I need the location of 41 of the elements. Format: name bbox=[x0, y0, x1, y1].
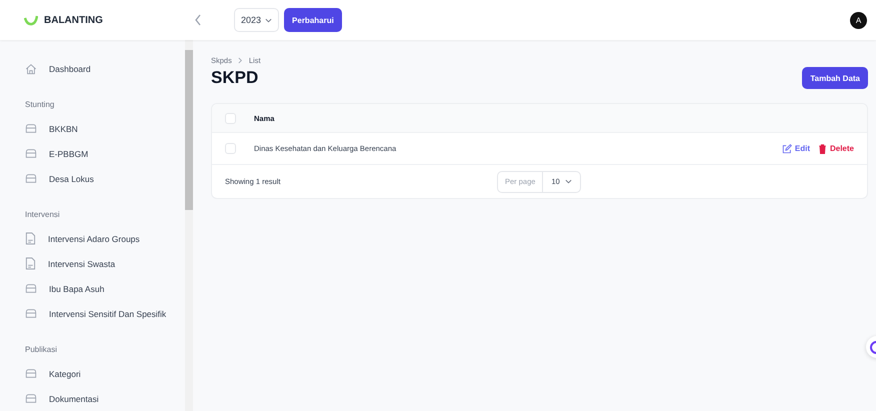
sidebar-item[interactable]: Intervensi Adaro Groups bbox=[25, 226, 185, 251]
refresh-button[interactable]: Perbaharui bbox=[284, 8, 342, 32]
sidebar-item[interactable]: BKKBN bbox=[25, 116, 185, 141]
checkbox[interactable] bbox=[225, 112, 236, 124]
collapse-chevron-icon[interactable] bbox=[194, 14, 202, 26]
tray-icon bbox=[25, 173, 37, 184]
sidebar-group-title: Intervensi bbox=[25, 208, 61, 220]
sidebar-item[interactable]: Dokumentasi bbox=[25, 386, 185, 411]
delete-link[interactable]: Delete bbox=[818, 144, 854, 154]
year-select[interactable]: 2023 bbox=[234, 8, 280, 32]
page-title: SKPD bbox=[211, 68, 258, 88]
tray-icon bbox=[25, 148, 37, 159]
sidebar-item[interactable]: Intervensi Swasta bbox=[25, 251, 185, 276]
sidebar-item[interactable]: Ibu Bapa Asuh bbox=[25, 276, 185, 301]
trash-icon bbox=[818, 144, 827, 154]
home-icon bbox=[25, 62, 37, 74]
sidebar-item[interactable]: E-PBBGM bbox=[25, 141, 185, 166]
sidebar-item[interactable]: Intervensi Sensitif Dan Spesifik bbox=[25, 301, 185, 326]
tray-icon bbox=[25, 308, 37, 319]
app-name: BALANTING bbox=[44, 14, 103, 26]
user-avatar[interactable]: A bbox=[850, 12, 867, 28]
edit-icon bbox=[782, 144, 792, 154]
sidebar-group-title: Publikasi bbox=[25, 344, 58, 356]
caret-icon bbox=[265, 18, 272, 22]
sidebar-group-title: Stunting bbox=[25, 98, 56, 111]
scrollbar[interactable] bbox=[185, 40, 193, 411]
sidebar-item[interactable]: Kategori bbox=[25, 361, 185, 386]
add-data-button[interactable]: Tambah Data bbox=[802, 67, 868, 89]
tray-icon bbox=[25, 123, 37, 134]
sidebar-item[interactable]: Dashboard bbox=[25, 56, 185, 81]
checkbox[interactable] bbox=[225, 143, 236, 154]
caret-icon bbox=[564, 179, 572, 184]
document-icon bbox=[25, 232, 36, 245]
sidebar-item[interactable]: Desa Lokus bbox=[25, 166, 185, 191]
chevron-icon bbox=[238, 57, 243, 64]
tray-icon bbox=[25, 283, 37, 294]
logo-icon bbox=[24, 14, 38, 26]
document-icon bbox=[25, 257, 36, 270]
tray-icon bbox=[25, 368, 37, 379]
tray-icon bbox=[25, 393, 37, 404]
edit-link[interactable]: Edit bbox=[782, 144, 810, 154]
